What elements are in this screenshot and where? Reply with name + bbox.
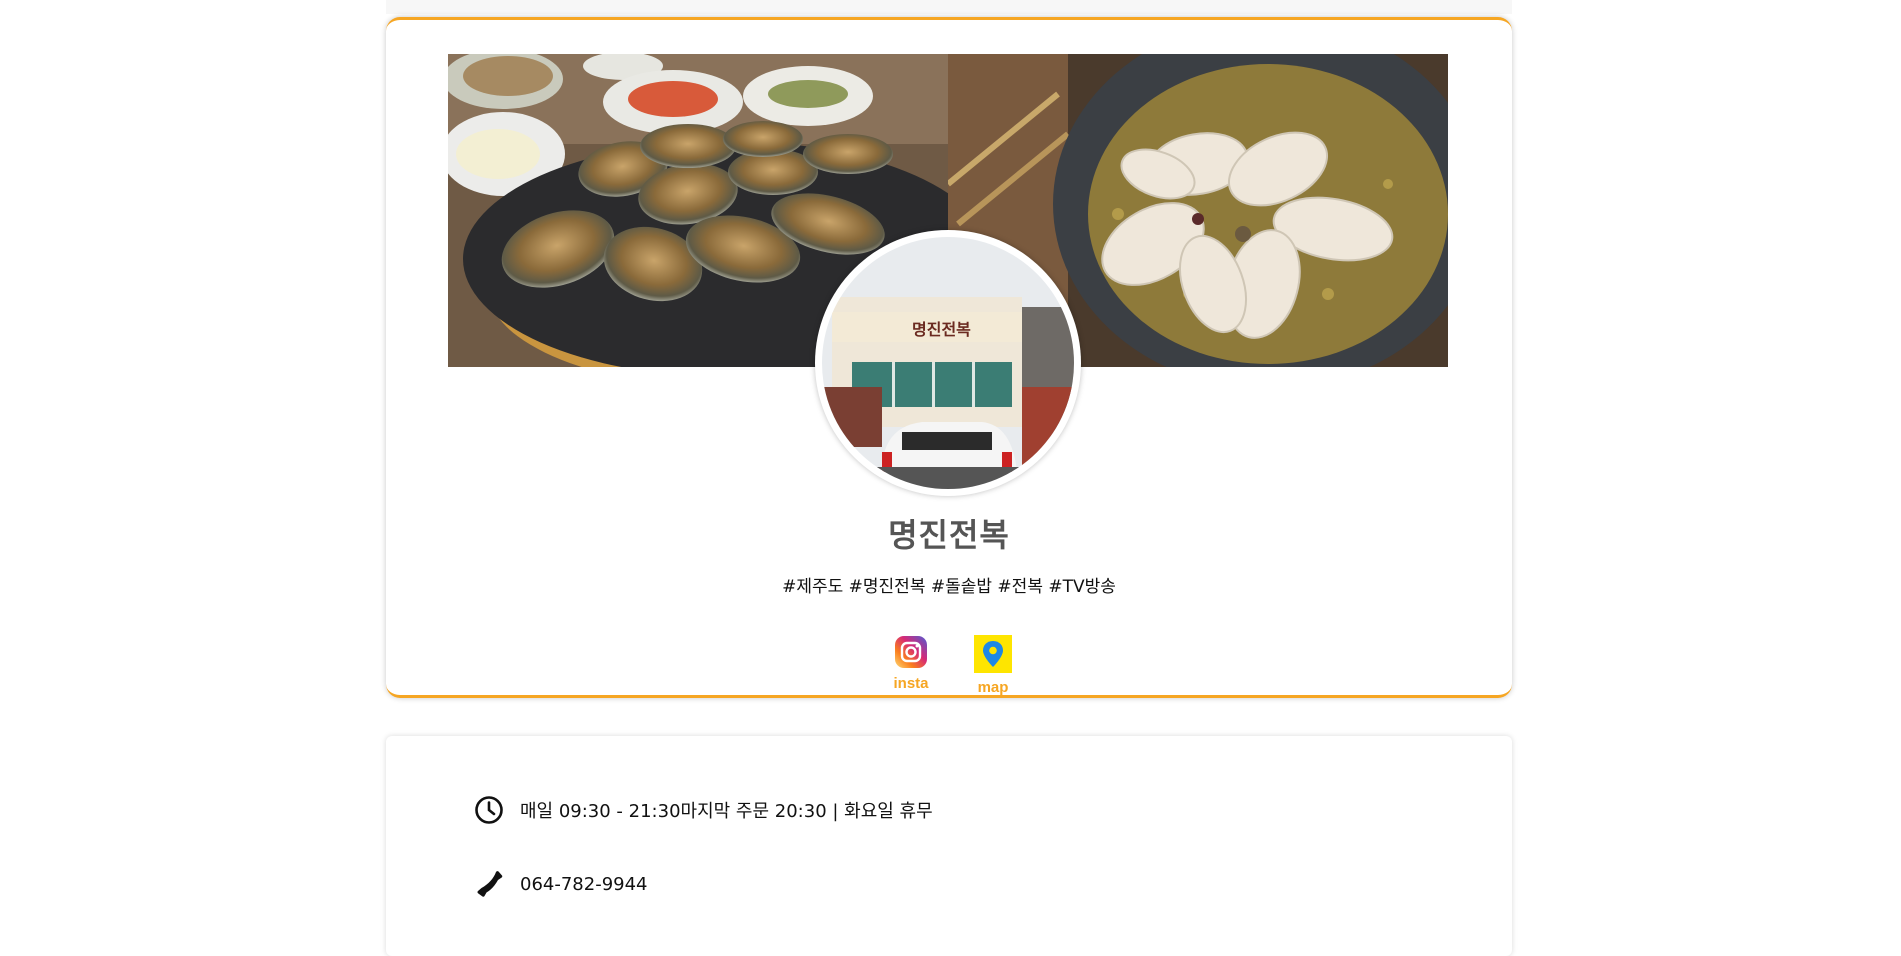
social-links: insta map: [886, 635, 1026, 696]
clock-icon: [474, 795, 504, 825]
hashtags: #제주도 #명진전복 #돌솥밥 #전복 #TV방송: [782, 577, 1116, 597]
insta-link[interactable]: insta: [886, 635, 936, 692]
avatar: 명진전복: [815, 230, 1081, 496]
map-label: map: [977, 679, 1009, 696]
phone-text[interactable]: 064-782-9944: [520, 874, 648, 895]
phone-icon: [474, 869, 504, 899]
page-top-strip: [386, 0, 1512, 14]
restaurant-storefront-photo: 명진전복: [822, 237, 1074, 489]
map-link[interactable]: map: [968, 635, 1018, 696]
phone-row: 064-782-9944: [474, 869, 648, 899]
instagram-icon: [895, 636, 927, 668]
svg-text:명진전복: 명진전복: [912, 320, 971, 339]
shop-name: 명진전복: [888, 516, 1010, 554]
insta-label: insta: [893, 675, 929, 692]
hours-row: 매일 09:30 - 21:30마지막 주문 20:30 | 화요일 휴무: [474, 795, 933, 825]
hours-text: 매일 09:30 - 21:30마지막 주문 20:30 | 화요일 휴무: [520, 801, 933, 822]
profile-card: 명진전복 명진전복 #제주도 #명진전복 #돌솥밥 #전복 #TV방송 inst…: [386, 17, 1512, 698]
info-card: 매일 09:30 - 21:30마지막 주문 20:30 | 화요일 휴무 06…: [386, 736, 1512, 956]
map-pin-icon: [974, 635, 1012, 673]
